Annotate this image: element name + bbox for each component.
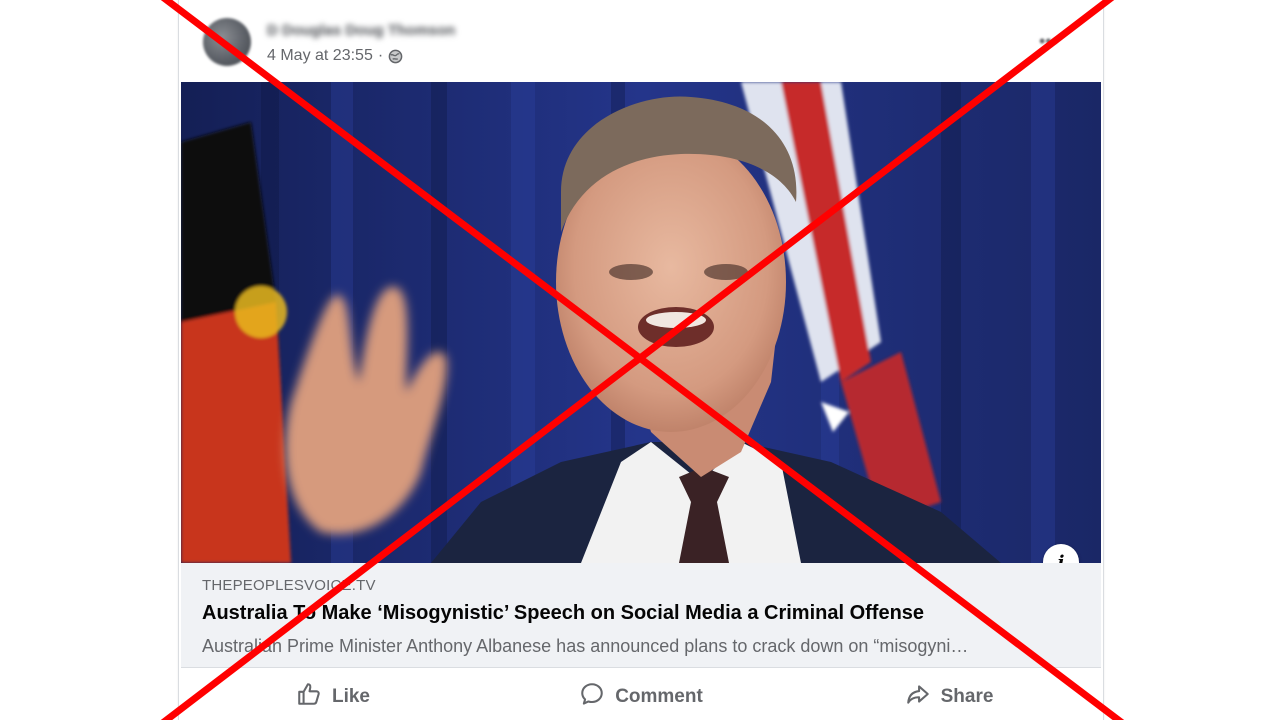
- screenshot-stage: D Douglas Doug Thomson 4 May at 23:55 · …: [0, 0, 1280, 720]
- author-avatar[interactable]: [203, 18, 251, 66]
- link-title[interactable]: Australia To Make ‘Misogynistic’ Speech …: [202, 602, 924, 625]
- post-meta: 4 May at 23:55 ·: [267, 47, 403, 65]
- share-label: Share: [940, 686, 994, 707]
- share-button[interactable]: Share: [795, 668, 1103, 720]
- more-options-icon[interactable]: •••: [1039, 32, 1063, 50]
- comment-label: Comment: [615, 686, 703, 707]
- link-preview-image[interactable]: i: [181, 82, 1101, 563]
- facebook-post-card: D Douglas Doug Thomson 4 May at 23:55 · …: [178, 0, 1104, 720]
- thumbs-up-icon: [296, 681, 322, 713]
- link-domain: THEPEOPLESVOICE.TV: [202, 577, 376, 594]
- meta-separator: ·: [377, 47, 384, 64]
- globe-icon: [388, 49, 403, 64]
- speech-bubble-icon: [579, 681, 605, 713]
- link-preview-text[interactable]: THEPEOPLESVOICE.TV Australia To Make ‘Mi…: [181, 563, 1101, 668]
- post-action-bar: Like Comment Share: [179, 668, 1103, 720]
- like-label: Like: [331, 686, 371, 707]
- post-header: D Douglas Doug Thomson 4 May at 23:55 · …: [179, 0, 1103, 82]
- like-button[interactable]: Like: [179, 668, 487, 720]
- link-description: Australian Prime Minister Anthony Albane…: [202, 636, 969, 656]
- share-arrow-icon: [905, 681, 931, 713]
- comment-button[interactable]: Comment: [487, 668, 795, 720]
- post-timestamp[interactable]: 4 May at 23:55: [267, 47, 373, 65]
- author-name[interactable]: D Douglas Doug Thomson: [267, 22, 455, 39]
